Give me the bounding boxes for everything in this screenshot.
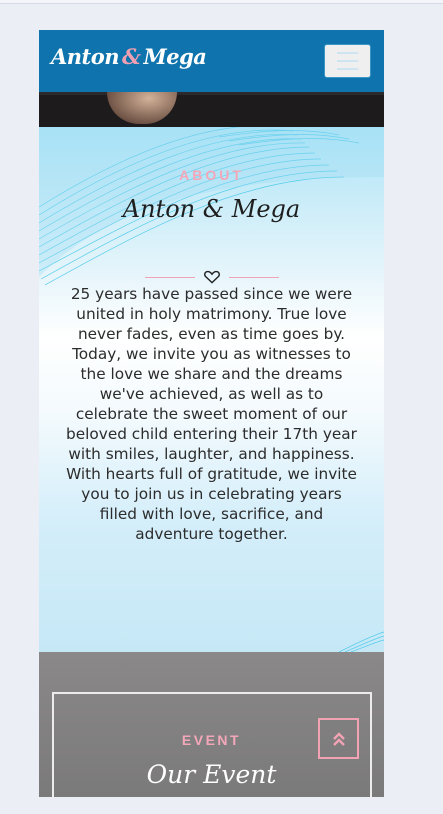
mobile-viewport: Anton & Mega ABOUT Anton & Mega 25 years… (39, 30, 384, 797)
navbar: Anton & Mega (39, 30, 384, 92)
heart-icon (204, 270, 220, 284)
about-eyebrow: ABOUT (179, 167, 244, 183)
hamburger-icon[interactable] (324, 44, 371, 78)
scroll-to-top-button[interactable] (318, 718, 359, 759)
brand-second-name: Mega (143, 44, 207, 69)
about-text: 25 years have passed since we were unite… (63, 284, 360, 544)
browser-top-edge (0, 0, 443, 4)
about-paragraph: 25 years have passed since we were unite… (70, 285, 353, 343)
brand-logo[interactable]: Anton & Mega (51, 44, 207, 69)
about-paragraph: With hearts full of gratitude, we invite… (66, 465, 357, 543)
event-section: EVENT Our Event (39, 652, 384, 797)
title-divider (145, 270, 279, 284)
hero-image-strip (39, 92, 384, 127)
event-title: Our Event (146, 760, 277, 789)
about-section: ABOUT Anton & Mega 25 years have passed … (39, 127, 384, 652)
about-title: Anton & Mega (122, 195, 301, 223)
brand-first-name: Anton (51, 44, 120, 69)
double-chevron-up-icon (332, 731, 345, 746)
brand-ampersand: & (122, 44, 141, 69)
about-paragraph: Today, we invite you as witnesses to the… (66, 345, 357, 463)
